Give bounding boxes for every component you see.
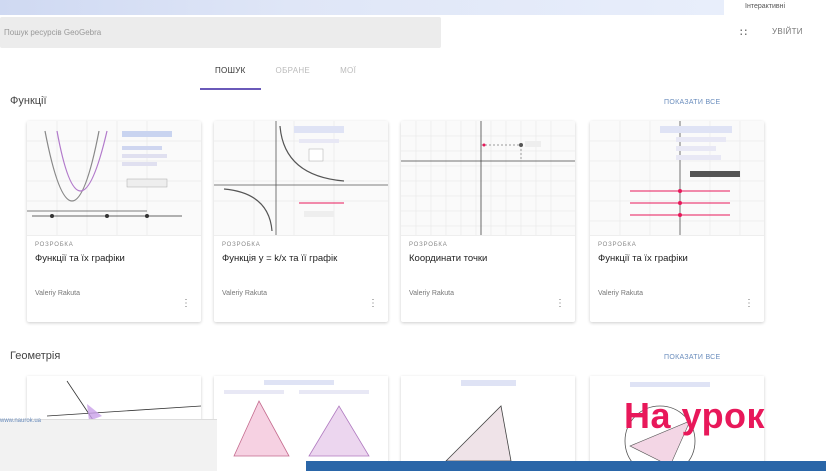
more-options-icon[interactable]: ⋮ [744, 298, 754, 309]
resource-card[interactable] [401, 376, 575, 471]
search-placeholder: Пошук ресурсів GeoGebra [4, 28, 102, 37]
top-banner [0, 0, 724, 15]
overlay-caption: www.naurok.ua [0, 418, 42, 424]
card-author[interactable]: Valeriy Rakuta [35, 290, 193, 297]
card-title[interactable]: Функції та їх графіки [598, 252, 756, 280]
page: Інтерактивні Пошук ресурсів GeoGebra ∷ У… [0, 0, 826, 471]
sign-in-button[interactable]: УВІЙТИ [772, 27, 803, 36]
card-type: РОЗРОБКА [409, 242, 448, 248]
overlay-panel [0, 419, 217, 471]
headline-overlay: На урок [624, 395, 766, 436]
resource-card[interactable]: РОЗРОБКА Функції та їх графіки Valeriy R… [27, 121, 201, 322]
card-author[interactable]: Valeriy Rakuta [409, 290, 567, 297]
resource-card[interactable]: РОЗРОБКА Функції та їх графіки Valeriy R… [590, 121, 764, 322]
card-type: РОЗРОБКА [598, 242, 637, 248]
resource-card[interactable]: РОЗРОБКА Функція y = k/x та її графік Va… [214, 121, 388, 322]
card-type: РОЗРОБКА [35, 242, 74, 248]
section-title-geometry: Геометрія [10, 350, 61, 362]
tab-bar: ПОШУК ОБРАНЕ МОЇ [200, 60, 371, 90]
card-title[interactable]: Координати точки [409, 252, 567, 280]
tab-search[interactable]: ПОШУК [200, 60, 261, 90]
resource-card[interactable]: РОЗРОБКА Координати точки Valeriy Rakuta… [401, 121, 575, 322]
bottom-banner [306, 461, 826, 471]
show-all-functions-link[interactable]: ПОКАЗАТИ ВСЕ [664, 99, 721, 106]
card-title[interactable]: Функція y = k/x та її графік [222, 252, 380, 280]
card-title[interactable]: Функції та їх графіки [35, 252, 193, 280]
card-thumbnail [214, 121, 388, 236]
show-all-geometry-link[interactable]: ПОКАЗАТИ ВСЕ [664, 354, 721, 361]
card-thumbnail [224, 380, 370, 457]
tab-mine[interactable]: МОЇ [325, 60, 371, 90]
card-thumbnail [445, 380, 516, 462]
resource-card[interactable] [214, 376, 388, 471]
more-options-icon[interactable]: ⋮ [181, 298, 191, 309]
more-options-icon[interactable]: ⋮ [555, 298, 565, 309]
tab-favorites[interactable]: ОБРАНЕ [261, 60, 326, 90]
apps-grid-icon[interactable]: ∷ [740, 26, 747, 39]
search-input[interactable]: Пошук ресурсів GeoGebra [0, 17, 441, 48]
more-options-icon[interactable]: ⋮ [368, 298, 378, 309]
card-thumbnail [590, 121, 764, 236]
section-title-functions: Функції [10, 95, 47, 107]
card-thumbnail [27, 121, 201, 236]
card-thumbnail [401, 121, 575, 236]
card-author[interactable]: Valeriy Rakuta [598, 290, 756, 297]
top-right-label: Інтерактивні [745, 3, 786, 10]
card-author[interactable]: Valeriy Rakuta [222, 290, 380, 297]
card-type: РОЗРОБКА [222, 242, 261, 248]
